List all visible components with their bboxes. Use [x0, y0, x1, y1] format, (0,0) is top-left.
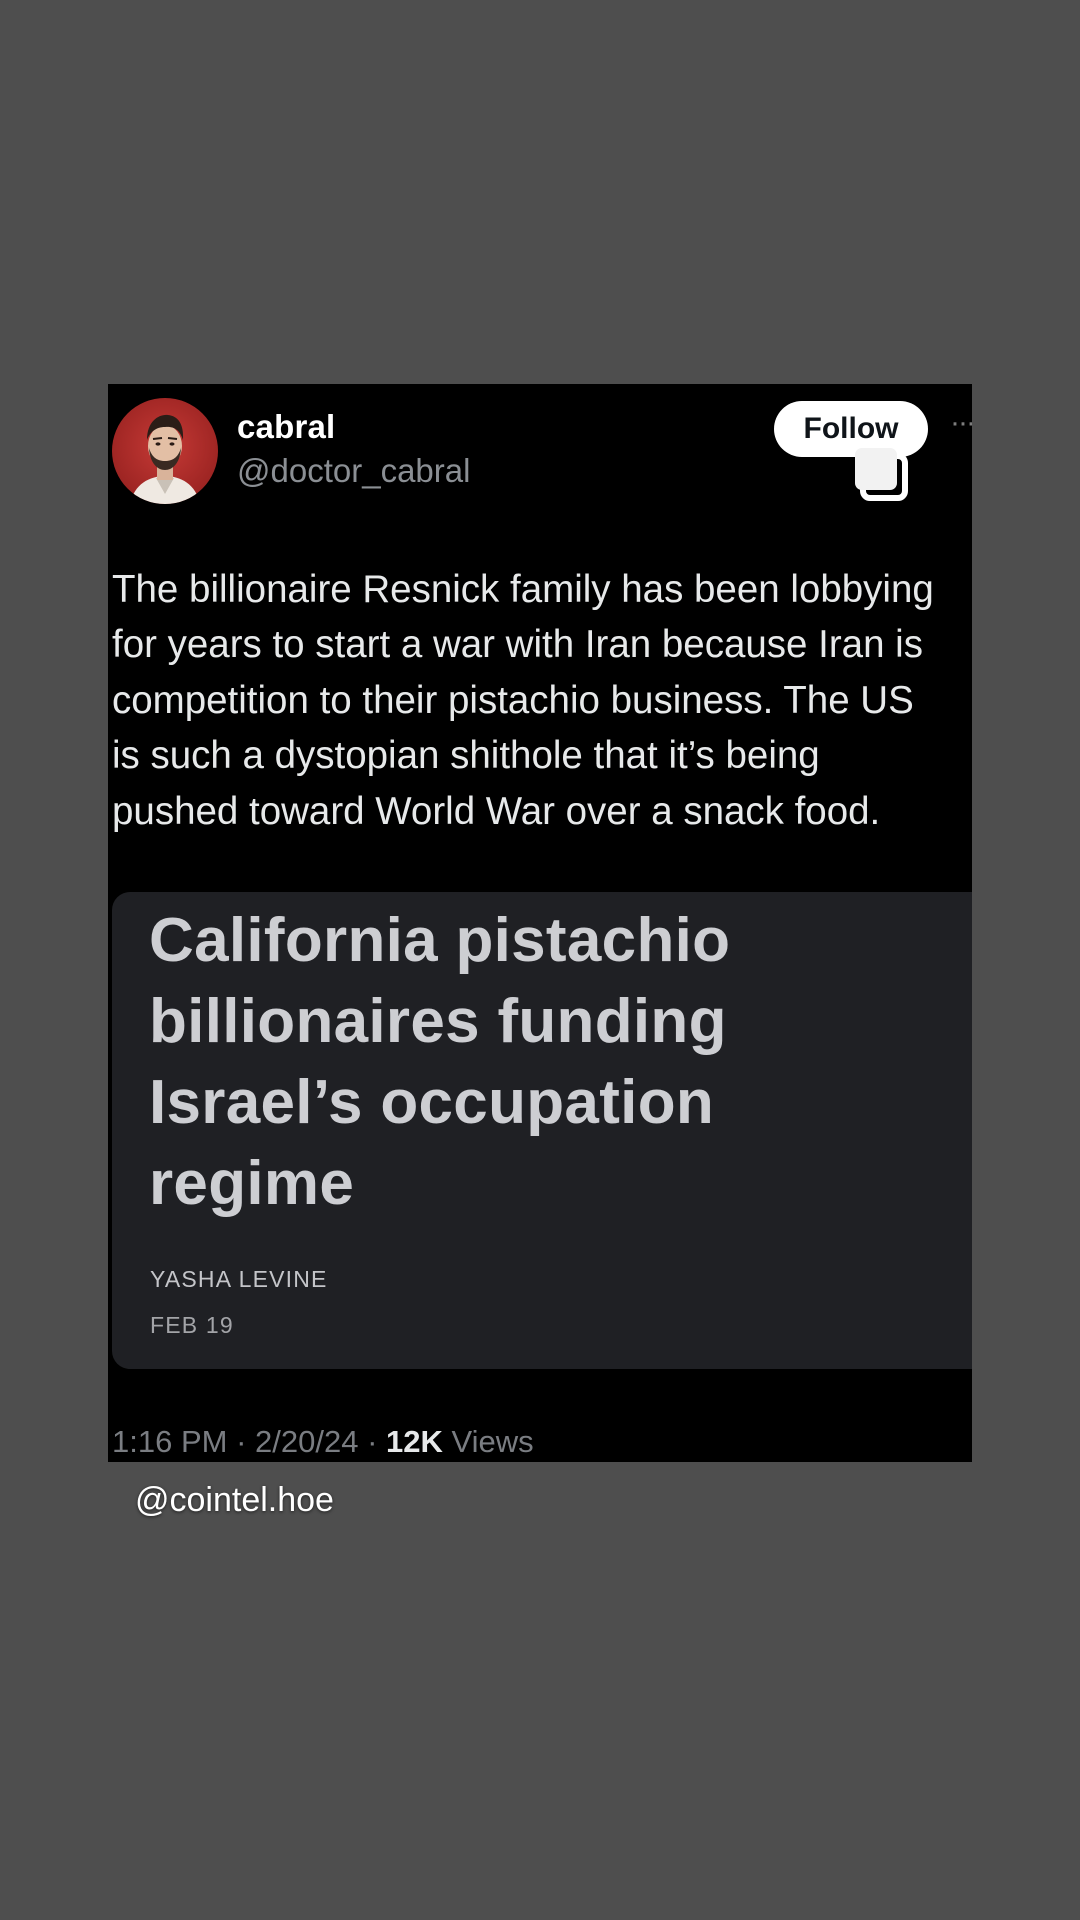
tweet-time[interactable]: 1:16 PM: [112, 1424, 227, 1459]
tweet-date[interactable]: 2/20/24: [255, 1424, 358, 1459]
profile-photo-icon: [130, 414, 200, 504]
headline-line: regime: [149, 1149, 355, 1218]
card-headline: California pistachio billionaires fundin…: [149, 900, 929, 1224]
meta-separator: ·: [227, 1424, 256, 1459]
tweet-text-line: is such a dystopian shithole that it’s b…: [112, 734, 820, 778]
watermark-username: @cointel.hoe: [135, 1481, 334, 1519]
tweet-screenshot: cabral @doctor_cabral Follow ··· The bil…: [108, 384, 972, 1462]
tweet-text-line: competition to their pistachio business.…: [112, 678, 914, 722]
more-options-icon[interactable]: ···: [950, 406, 972, 440]
views-label: Views: [442, 1424, 534, 1459]
meta-separator: ·: [358, 1424, 387, 1459]
tweet-meta: 1:16 PM · 2/20/24 · 12K Views: [112, 1424, 534, 1460]
views-count: 12K: [386, 1424, 443, 1459]
card-date: FEB 19: [150, 1312, 234, 1338]
display-name[interactable]: cabral: [237, 408, 335, 446]
avatar[interactable]: [112, 398, 218, 504]
copy-icon[interactable]: [849, 442, 911, 504]
headline-line: Israel’s occupation: [149, 1068, 715, 1137]
tweet-text: The billionaire Resnick family has been …: [112, 562, 972, 839]
tweet-text-line: pushed toward World War over a snack foo…: [112, 789, 881, 833]
headline-line: California pistachio: [149, 906, 731, 975]
headline-line: billionaires funding: [149, 987, 727, 1056]
user-handle[interactable]: @doctor_cabral: [237, 452, 470, 490]
card-author: YASHA LEVINE: [150, 1266, 328, 1292]
tweet-text-line: The billionaire Resnick family has been …: [112, 568, 934, 611]
tweet-text-line: for years to start a war with Iran becau…: [112, 623, 923, 667]
link-card[interactable]: California pistachio billionaires fundin…: [112, 892, 972, 1369]
